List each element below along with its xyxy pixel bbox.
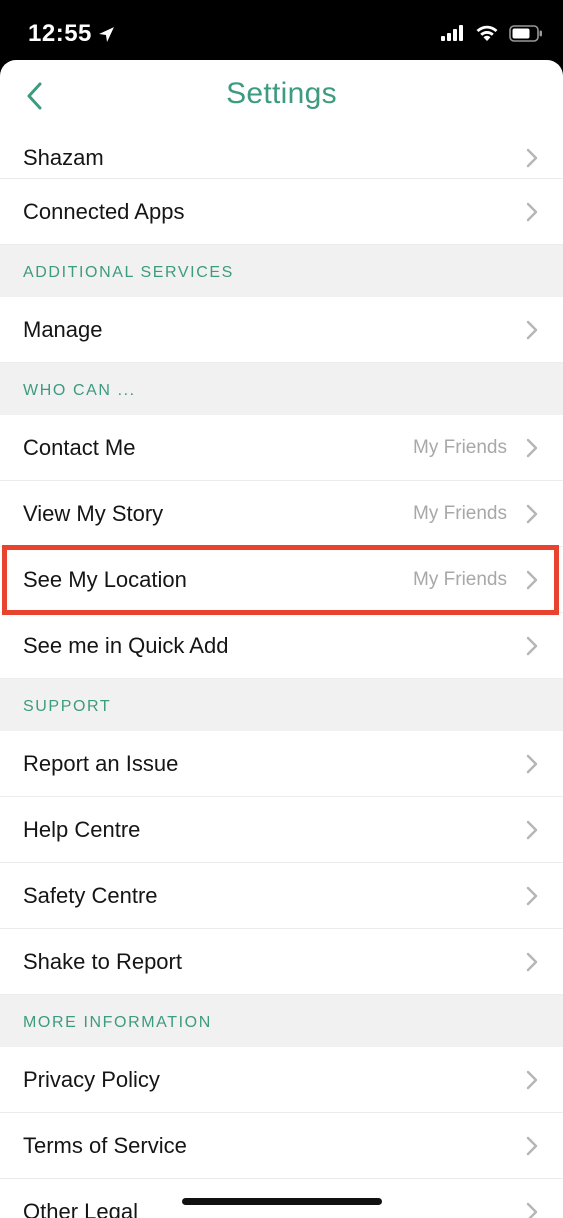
list-item-label: Manage: [23, 316, 103, 342]
status-time: 12:55: [28, 20, 92, 47]
list-item-label: Report an Issue: [23, 750, 179, 776]
list-item-value: My Friends: [413, 568, 507, 590]
list-item-label: See me in Quick Add: [23, 632, 229, 658]
list-item-report-an-issue[interactable]: Report an Issue: [0, 731, 563, 797]
list-item-label: Terms of Service: [23, 1132, 187, 1158]
status-time-group: 12:55: [28, 20, 115, 48]
list-item-label: Privacy Policy: [23, 1066, 160, 1092]
status-bar: 12:55: [0, 0, 563, 62]
list-item-value: My Friends: [413, 502, 507, 524]
location-arrow-icon: [98, 26, 114, 42]
list-item-help-centre[interactable]: Help Centre: [0, 797, 563, 863]
list-item-privacy-policy[interactable]: Privacy Policy: [0, 1047, 563, 1113]
list-item-label: View My Story: [23, 500, 164, 526]
section-header-more-information: MORE INFORMATION: [0, 995, 563, 1047]
chevron-right-icon: [526, 570, 538, 589]
section-header-label: MORE INFORMATION: [23, 1014, 212, 1031]
home-indicator[interactable]: [182, 1198, 382, 1205]
settings-list: Shazam Connected Apps ADDITIONAL SERVICE…: [0, 132, 563, 1218]
nav-bar: Settings: [0, 60, 563, 133]
section-header-additional-services: ADDITIONAL SERVICES: [0, 245, 563, 297]
chevron-right-icon: [526, 202, 538, 221]
list-item-see-my-location[interactable]: See My Location My Friends: [0, 547, 563, 613]
list-item-label: Other Legal: [23, 1198, 138, 1218]
list-item-label: Help Centre: [23, 816, 141, 842]
list-item-contact-me[interactable]: Contact Me My Friends: [0, 415, 563, 481]
chevron-right-icon: [526, 636, 538, 655]
list-item-label: Safety Centre: [23, 882, 158, 908]
chevron-right-icon: [526, 886, 538, 905]
chevron-right-icon: [526, 952, 538, 971]
phone-screen: 12:55 Settings Shazam Connected Apps ADD…: [0, 0, 563, 1218]
chevron-right-icon: [526, 320, 538, 339]
battery-icon: [509, 24, 542, 42]
section-header-who-can: WHO CAN ...: [0, 363, 563, 415]
list-item-safety-centre[interactable]: Safety Centre: [0, 863, 563, 929]
section-header-label: ADDITIONAL SERVICES: [23, 264, 234, 281]
list-item-manage[interactable]: Manage: [0, 297, 563, 363]
list-item-label: Connected Apps: [23, 198, 185, 224]
chevron-right-icon: [526, 820, 538, 839]
section-header-label: WHO CAN ...: [23, 382, 136, 399]
chevron-right-icon: [526, 148, 538, 168]
list-item-label: Shake to Report: [23, 948, 182, 974]
chevron-right-icon: [526, 754, 538, 773]
list-item-label: See My Location: [23, 566, 187, 592]
chevron-right-icon: [526, 1136, 538, 1155]
settings-sheet: Settings Shazam Connected Apps ADDITIONA…: [0, 60, 563, 1218]
list-item-shake-to-report[interactable]: Shake to Report: [0, 929, 563, 995]
list-item-value: My Friends: [413, 436, 507, 458]
list-item-connected-apps[interactable]: Connected Apps: [0, 179, 563, 245]
section-header-support: SUPPORT: [0, 679, 563, 731]
chevron-right-icon: [526, 1202, 538, 1218]
wifi-icon: [476, 25, 498, 41]
section-header-label: SUPPORT: [23, 698, 112, 715]
list-item-see-me-in-quick-add[interactable]: See me in Quick Add: [0, 613, 563, 679]
page-title: Settings: [226, 77, 337, 110]
list-item-shazam[interactable]: Shazam: [0, 132, 563, 179]
list-item-label: Shazam: [23, 145, 104, 170]
cellular-signal-icon: [441, 25, 463, 41]
list-item-view-my-story[interactable]: View My Story My Friends: [0, 481, 563, 547]
list-item-label: Contact Me: [23, 434, 136, 460]
status-icons: [441, 24, 543, 42]
chevron-right-icon: [526, 504, 538, 523]
list-item-terms-of-service[interactable]: Terms of Service: [0, 1113, 563, 1179]
chevron-right-icon: [526, 1070, 538, 1089]
chevron-right-icon: [526, 438, 538, 457]
